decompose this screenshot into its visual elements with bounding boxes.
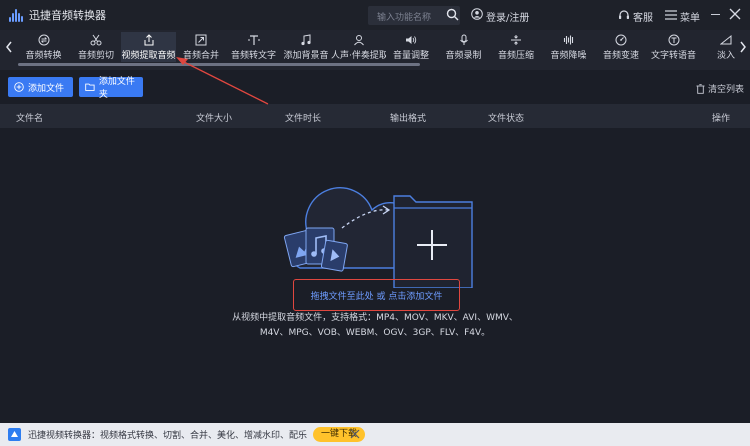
toolbar-item-label: 文字转语音 [650,51,696,61]
extract-icon [144,34,153,46]
vocal-icon [353,35,364,46]
add-folder-button[interactable]: 添加文件夹 [79,77,143,100]
login-link[interactable]: 登录/注册 [486,9,529,24]
add-file-label: 添加文件 [28,83,65,94]
column-header-duration[interactable]: 文件时长 [285,111,321,124]
add-folder-label: 添加文件夹 [98,77,135,100]
toolbar-item-label: 音频合并 [182,51,219,61]
toolbar-item-label: 音频转换 [25,51,62,61]
toolbar-item-1[interactable]: 音频转换 [16,32,71,62]
toolbar-item-10[interactable]: 音频压缩 [489,32,544,62]
toolbar-item-11[interactable]: 音频降噪 [541,32,596,62]
menu-icon[interactable] [665,10,677,20]
toolbar-item-label: 视频提取音频 [121,51,176,61]
action-row: 添加文件 添加文件夹 清空列表 [0,70,750,102]
clear-list-button[interactable]: 清空列表 [696,82,744,95]
column-header-format[interactable]: 输出格式 [390,111,426,124]
promo-text: 迅捷视频转换器：视频格式转换、切割、合并、美化、增减水印、配乐 [28,431,308,441]
file-table-header: 文件名 文件大小 文件时长 输出格式 文件状态 操作 [0,104,750,128]
drag-drop-illustration [283,187,473,288]
service-link[interactable]: 客服 [633,9,653,24]
toolbar-item-7[interactable]: 人声·伴奏提取 [331,32,386,62]
toolbar-item-label: 音频剪切 [77,51,114,61]
headset-icon[interactable] [618,9,630,21]
toolbar-item-5[interactable]: 音频转文字 [226,32,281,62]
clear-list-label: 清空列表 [708,85,745,95]
toolbar-item-label: 添加背景音 [283,51,329,61]
app-logo-icon [9,8,23,22]
toolbar-item-6[interactable]: 添加背景音 [279,32,334,62]
denoise-icon [563,35,573,45]
toolbar-item-9[interactable]: 音频录制 [436,32,491,62]
merge-icon [195,34,207,46]
supported-formats-text: 从视频中提取音频文件，支持格式：MP4、MOV、MKV、AVI、WMV、 M4V… [225,311,525,341]
formats-line-2: M4V、MPG、VOB、WEBM、OGV、3GP、FLV、F4V。 [259,328,491,338]
fade-icon [720,34,732,45]
toolbar-item-12[interactable]: 音频变速 [594,32,649,62]
toolbar-item-label: 音频压缩 [497,51,534,61]
column-header-actions[interactable]: 操作 [712,111,730,124]
toolbar-item-label: 音频降噪 [550,51,587,61]
column-header-size[interactable]: 文件大小 [196,111,232,124]
column-header-name[interactable]: 文件名 [16,111,43,124]
chevron-right-icon[interactable] [738,40,748,54]
tts-icon [668,34,679,46]
toolbar-item-label: 音量调整 [392,51,429,61]
plus-circle-icon [14,82,24,92]
toolbar-item-4[interactable]: 音频合并 [174,32,229,62]
toolbar-item-label: 音频变速 [602,51,639,61]
folder-icon [85,83,95,91]
toolbar-item-2[interactable]: 音频剪切 [69,32,124,62]
minimize-button[interactable] [711,14,720,15]
drop-hint-highlight[interactable]: 拖拽文件至此处 或 点击添加文件 [293,279,460,311]
close-icon[interactable] [350,429,360,439]
user-icon[interactable] [471,8,483,20]
menu-link[interactable]: 菜单 [680,9,700,24]
toolbar-item-label: 音频转文字 [230,51,276,61]
toolbar-scrollbar[interactable] [18,63,420,66]
column-header-status[interactable]: 文件状态 [488,111,524,124]
add-file-button[interactable]: 添加文件 [8,77,73,97]
toolbar-item-3[interactable]: 视频提取音频 [121,32,176,62]
microphone-icon [459,34,468,45]
toolbar-item-label: 音频录制 [445,51,482,61]
background-music-icon [301,34,311,46]
text-icon [248,35,259,45]
promo-footer: 迅捷视频转换器：视频格式转换、切割、合并、美化、增减水印、配乐 一键下载 [0,423,750,446]
compress-icon [511,35,521,45]
app-title: 迅捷音频转换器 [29,9,106,22]
chevron-left-icon[interactable] [4,40,14,54]
volume-icon [406,36,417,44]
file-drop-area[interactable]: 拖拽文件至此处 或 点击添加文件 从视频中提取音频文件，支持格式：MP4、MOV… [0,128,750,423]
trash-icon [696,83,705,94]
close-icon[interactable] [729,8,741,20]
formats-line-1: 从视频中提取音频文件，支持格式：MP4、MOV、MKV、AVI、WMV、 [232,313,518,323]
toolbar-item-8[interactable]: 音量调整 [384,32,439,62]
toolbar-item-label: 人声·伴奏提取 [331,51,386,61]
toolbar-item-13[interactable]: 文字转语音 [646,32,701,62]
scissors-icon [90,34,102,46]
convert-icon [38,34,49,46]
drop-hint-text[interactable]: 拖拽文件至此处 或 点击添加文件 [294,289,459,302]
speed-icon [615,34,627,46]
video-converter-logo-icon [8,428,21,441]
search-icon[interactable] [446,8,459,21]
